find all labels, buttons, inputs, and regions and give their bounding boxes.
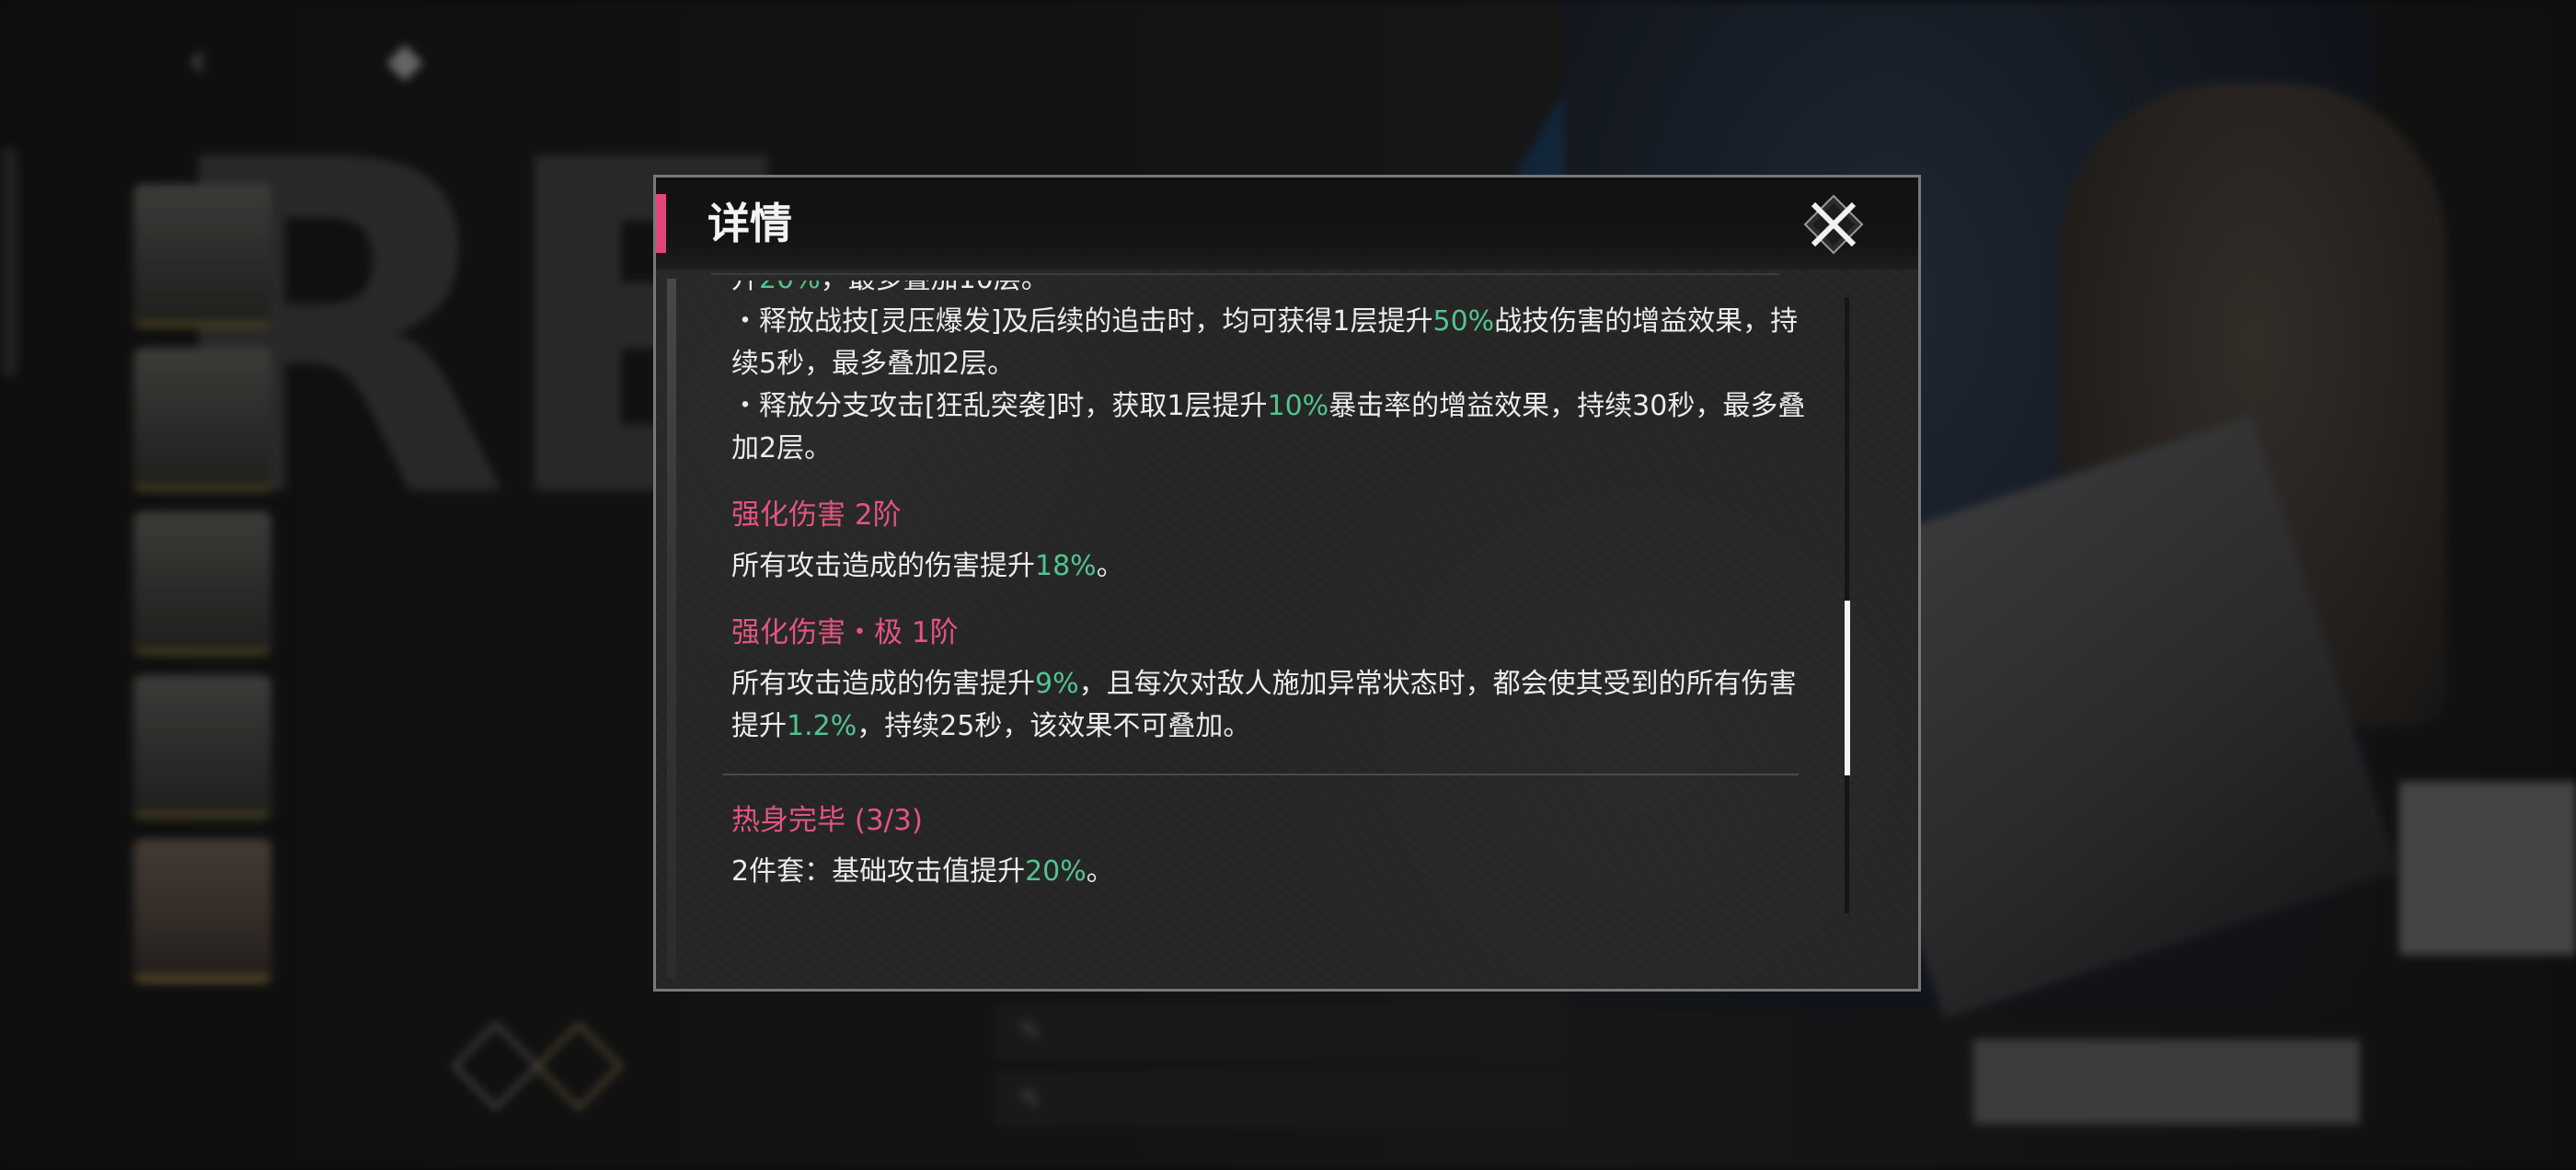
close-icon	[1803, 194, 1864, 255]
effect-text: ・释放战技[灵压爆发]及后续的追击时，均可获得1层提升50%战技伤害的增益效果，…	[731, 305, 1799, 380]
scrollbar-thumb[interactable]	[1845, 601, 1850, 775]
section-heading: 强化伤害・极 1阶	[731, 616, 959, 649]
details-scroll-area[interactable]: 升20%，最多叠加10层。 ・释放战技[灵压爆发]及后续的追击时，均可获得1层提…	[722, 281, 1900, 980]
section-heading: 热身完毕 (3/3)	[731, 804, 923, 837]
effect-text: 升20%，最多叠加10层。	[731, 281, 1817, 301]
effect-text: ・释放分支攻击[狂乱突袭]时，获取1层提升10%暴击率的增益效果，持续30秒，最…	[731, 390, 1806, 465]
details-dialog: 详情 升20%，最多叠加10层。 ・释放战技[灵压爆发]及后续的追击时，均可获得…	[653, 175, 1921, 992]
dialog-header	[656, 178, 1918, 270]
section-text: 所有攻击造成的伤害提升18%。	[731, 550, 1124, 582]
section-heading: 强化伤害 2阶	[731, 499, 902, 532]
section-text: 所有攻击造成的伤害提升9%，且每次对敌人施加异常状态时，都会使其受到的所有伤害提…	[731, 668, 1797, 742]
close-button[interactable]	[1801, 192, 1866, 257]
title-accent-bar	[656, 194, 666, 253]
dialog-title: 详情	[707, 199, 792, 248]
section-divider	[722, 774, 1799, 775]
header-divider	[711, 273, 1780, 275]
section-text: 2件套：基础攻击值提升20%。	[731, 855, 1114, 888]
